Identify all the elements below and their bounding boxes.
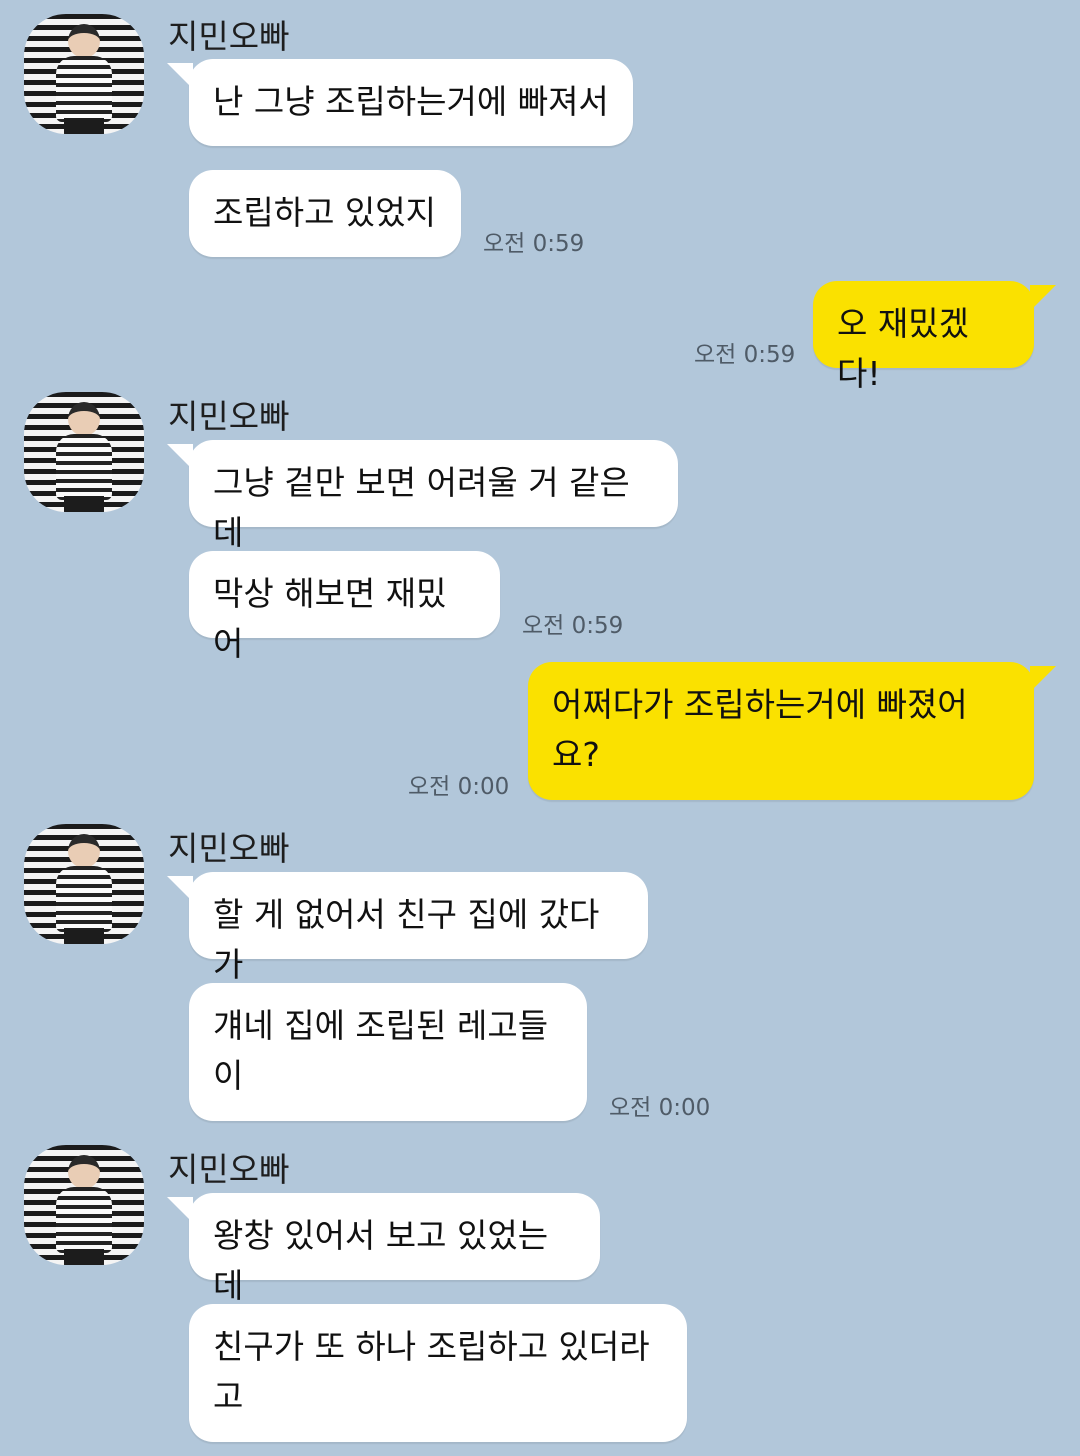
message-timestamp: 오전 0:00 [408,774,510,800]
avatar-body [56,56,112,122]
avatar[interactable] [24,392,144,512]
incoming-message[interactable]: 할 게 없어서 친구 집에 갔다가 [167,872,648,984]
incoming-message[interactable]: 친구가 또 하나 조립하고 있더라 고 [189,1304,687,1442]
message-timestamp: 오전 0:59 [522,613,624,639]
avatar-body [56,1187,112,1253]
avatar[interactable] [24,824,144,944]
avatar-head [68,402,100,436]
message-timestamp: 오전 0:00 [609,1095,711,1121]
sender-name: 지민오빠 [168,829,290,868]
incoming-message[interactable]: 걔네 집에 조립된 레고들 이 [189,983,587,1121]
avatar-legs [64,928,104,944]
message-timestamp: 오전 0:59 [483,231,585,257]
outgoing-message[interactable]: 오 재밌겠다! [813,281,1056,393]
avatar[interactable] [24,1145,144,1265]
sender-name: 지민오빠 [168,397,290,436]
avatar-legs [64,496,104,512]
sender-name: 지민오빠 [168,17,290,56]
avatar-legs [64,118,104,134]
message-timestamp: 오전 0:59 [694,342,796,368]
avatar-legs [64,1249,104,1265]
avatar-body [56,866,112,932]
incoming-message[interactable]: 왕창 있어서 보고 있었는데 [167,1193,600,1305]
avatar-head [68,24,100,58]
avatar-head [68,834,100,868]
avatar[interactable] [24,14,144,134]
outgoing-message[interactable]: 어쩌다가 조립하는거에 빠졌어 요? [528,662,1056,800]
avatar-head [68,1155,100,1189]
incoming-message[interactable]: 막상 해보면 재밌어 [189,551,500,663]
incoming-message[interactable]: 그냥 겉만 보면 어려울 거 같은데 [167,440,678,552]
avatar-body [56,434,112,500]
sender-name: 지민오빠 [168,1150,290,1189]
incoming-message[interactable]: 난 그냥 조립하는거에 빠져서 [167,59,633,146]
incoming-message[interactable]: 조립하고 있었지 [189,170,461,257]
